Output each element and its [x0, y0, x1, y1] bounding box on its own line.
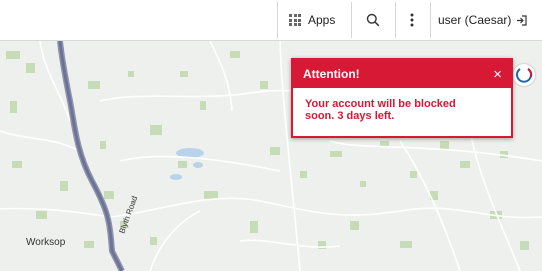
apps-grid-icon — [289, 14, 301, 26]
user-menu[interactable]: user (Caesar) — [432, 0, 542, 40]
map-main-road — [57, 41, 125, 271]
map-label-town: Worksop — [26, 237, 66, 248]
separator — [351, 2, 352, 38]
alert-title: Attention! — [303, 67, 360, 81]
apps-button[interactable]: Apps — [287, 0, 349, 40]
alert-header: Attention! × — [293, 60, 511, 88]
separator — [395, 2, 396, 38]
search-button[interactable] — [353, 0, 393, 40]
apps-label: Apps — [308, 13, 336, 27]
map-refresh-button[interactable] — [513, 64, 535, 86]
separator — [430, 2, 431, 38]
close-icon[interactable]: × — [493, 66, 502, 83]
user-name: user (Caesar) — [438, 13, 512, 27]
more-menu-button[interactable] — [397, 0, 427, 40]
alert-message: Your account will be blocked soon. 3 day… — [305, 98, 456, 122]
attention-alert: Attention! × Your account will be blocke… — [291, 58, 513, 138]
more-vertical-icon — [410, 13, 414, 27]
separator — [277, 2, 278, 38]
logout-icon[interactable] — [516, 14, 527, 26]
search-icon — [366, 13, 380, 27]
refresh-icon — [516, 68, 533, 83]
top-bar: Apps user (Caesar) — [0, 0, 542, 41]
map-label-road: Blyth Road — [117, 195, 139, 235]
